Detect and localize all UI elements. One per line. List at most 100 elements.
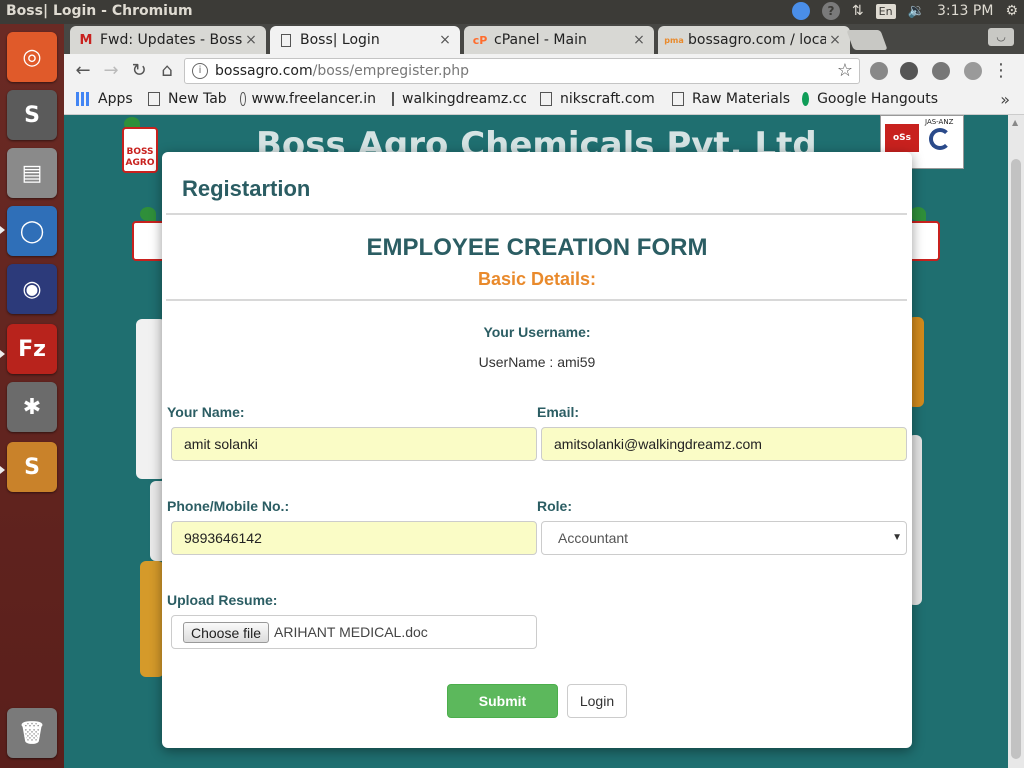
network-arrows-icon[interactable]: ⇅ xyxy=(852,3,864,19)
username-value: UserName : ami59 xyxy=(478,354,596,370)
name-input[interactable]: amit solanki xyxy=(171,427,537,461)
unity-launcher: ◎ S ▤ ◯ ◉ Fz ✱ S 🗑 xyxy=(0,24,65,768)
close-tab-icon[interactable]: × xyxy=(242,32,260,48)
bookmarks-overflow-icon[interactable]: » xyxy=(1000,90,1010,109)
login-button[interactable]: Login xyxy=(567,684,627,718)
email-input[interactable]: amitsolanki@walkingdreamz.com xyxy=(541,427,907,461)
ubuntu-logo-icon[interactable]: ◎ xyxy=(7,32,57,82)
role-label: Role: xyxy=(537,498,572,514)
page-scrollbar[interactable]: ▲ xyxy=(1008,115,1024,768)
trash-icon[interactable]: 🗑 xyxy=(7,708,57,758)
tab-label: Boss| Login xyxy=(300,32,380,48)
email-label: Email: xyxy=(537,404,580,420)
jas-anz-logo xyxy=(929,128,951,150)
tab-label: cPanel - Main xyxy=(494,32,587,48)
username-label: Your Username: xyxy=(483,324,591,340)
scrollbar-thumb[interactable] xyxy=(1011,159,1021,759)
system-settings-icon[interactable]: ✱ xyxy=(7,382,57,432)
role-select[interactable]: Accountant ▼ xyxy=(541,521,907,555)
name-label: Your Name: xyxy=(167,404,245,420)
help-icon[interactable]: ? xyxy=(821,2,840,20)
extension-translate-icon[interactable] xyxy=(900,62,918,80)
bookmark-label: www.freelancer.in xyxy=(251,91,376,107)
page-icon xyxy=(392,92,394,106)
sublime-text-icon[interactable]: S xyxy=(7,442,57,492)
extension-chat-icon[interactable] xyxy=(932,62,950,80)
page-icon xyxy=(278,32,294,48)
url-host: bossagro.com xyxy=(215,63,313,79)
tab-label: Fwd: Updates - Boss xyxy=(100,32,242,48)
extension-shield-icon[interactable] xyxy=(964,62,982,80)
submit-button[interactable]: Submit xyxy=(447,684,558,718)
leaf-icon xyxy=(910,207,926,221)
bookmark-label: Apps xyxy=(98,91,133,107)
scroll-up-arrow-icon[interactable]: ▲ xyxy=(1012,118,1018,127)
tab-gmail[interactable]: M Fwd: Updates - Boss × xyxy=(70,26,266,54)
files-icon[interactable]: ▤ xyxy=(7,148,57,198)
url-path: /boss/empregister.php xyxy=(312,63,470,79)
back-arrow-icon[interactable]: ← xyxy=(72,60,94,82)
dropdown-arrow-icon: ▼ xyxy=(892,532,902,543)
chromium-indicator-icon[interactable] xyxy=(791,2,810,20)
leaf-icon xyxy=(140,207,156,221)
profile-button[interactable]: ◡ xyxy=(988,28,1014,46)
system-tray: ? ⇅ En 🔉 3:13 PM ⚙ xyxy=(791,2,1018,20)
bookmark-nikscraft[interactable]: nikscraft.com xyxy=(540,91,655,107)
tab-label: bossagro.com / localhost xyxy=(688,32,826,48)
resume-label: Upload Resume: xyxy=(167,592,278,608)
bookmark-label: Raw Materials xyxy=(692,91,791,107)
new-tab-button[interactable] xyxy=(846,30,888,50)
url-text: bossagro.com/boss/empregister.php xyxy=(215,63,469,79)
bookmark-label: nikscraft.com xyxy=(560,91,655,107)
boss-agro-logo: BOSS AGRO xyxy=(122,127,158,173)
divider xyxy=(166,299,907,301)
tab-boss-login[interactable]: Boss| Login × xyxy=(270,26,460,54)
tab-cpanel[interactable]: cP cPanel - Main × xyxy=(464,26,654,54)
resume-file-input[interactable]: Choose file ARIHANT MEDICAL.doc xyxy=(171,615,537,649)
bookmark-label: Google Hangouts xyxy=(817,91,938,107)
settings-gear-icon[interactable]: ⚙ xyxy=(1005,3,1018,19)
firefox-icon[interactable]: ◉ xyxy=(7,264,57,314)
menu-kebab-icon[interactable]: ⋮ xyxy=(990,60,1012,82)
bookmark-walkingdreamz[interactable]: walkingdreamz.com xyxy=(392,91,526,107)
running-indicator xyxy=(0,226,5,234)
bookmark-label: walkingdreamz.com xyxy=(402,91,526,107)
form-heading: EMPLOYEE CREATION FORM xyxy=(366,234,708,261)
close-tab-icon[interactable]: × xyxy=(826,32,844,48)
bookmark-freelancer[interactable]: www.freelancer.in xyxy=(240,91,376,107)
forward-arrow-icon[interactable]: → xyxy=(100,60,122,82)
system-top-bar: Boss| Login - Chromium ? ⇅ En 🔉 3:13 PM … xyxy=(0,0,1024,24)
extension-icon[interactable] xyxy=(870,62,888,80)
tab-phpmyadmin[interactable]: pma bossagro.com / localhost × xyxy=(658,26,850,54)
reload-icon[interactable]: ↻ xyxy=(128,60,150,82)
registration-modal: Registartion EMPLOYEE CREATION FORM Basi… xyxy=(162,152,912,748)
volume-icon[interactable]: 🔉 xyxy=(908,3,925,19)
page-icon xyxy=(540,92,552,106)
window-title: Boss| Login - Chromium xyxy=(6,3,193,19)
chromium-icon[interactable]: ◯ xyxy=(7,206,57,256)
bookmark-new-tab[interactable]: New Tab xyxy=(148,91,227,107)
divider xyxy=(166,213,907,215)
clock[interactable]: 3:13 PM xyxy=(937,3,993,19)
bookmark-raw-materials[interactable]: Raw Materials xyxy=(672,91,790,107)
bookmark-google-hangouts[interactable]: Google Hangouts xyxy=(802,91,938,107)
filezilla-icon[interactable]: Fz xyxy=(7,324,57,374)
sublime-text-icon[interactable]: S xyxy=(7,90,57,140)
apps-icon xyxy=(76,92,90,106)
bookmark-apps[interactable]: Apps xyxy=(76,91,133,107)
address-bar[interactable]: i bossagro.com/boss/empregister.php ☆ xyxy=(184,58,860,84)
choose-file-button[interactable]: Choose file xyxy=(183,622,270,643)
phpmyadmin-icon: pma xyxy=(664,35,684,45)
page-icon xyxy=(148,92,160,106)
selected-filename: ARIHANT MEDICAL.doc xyxy=(274,624,428,640)
keyboard-layout-indicator[interactable]: En xyxy=(875,3,896,19)
page-icon xyxy=(672,92,684,106)
close-tab-icon[interactable]: × xyxy=(436,32,454,48)
close-tab-icon[interactable]: × xyxy=(630,32,648,48)
bookmarks-bar: Apps New Tab www.freelancer.in walkingdr… xyxy=(64,88,1024,115)
bookmark-star-icon[interactable]: ☆ xyxy=(837,60,853,81)
phone-input[interactable]: 9893646142 xyxy=(171,521,537,555)
product-pack-image xyxy=(140,561,164,677)
home-icon[interactable]: ⌂ xyxy=(156,60,178,82)
site-info-icon[interactable]: i xyxy=(192,63,208,79)
